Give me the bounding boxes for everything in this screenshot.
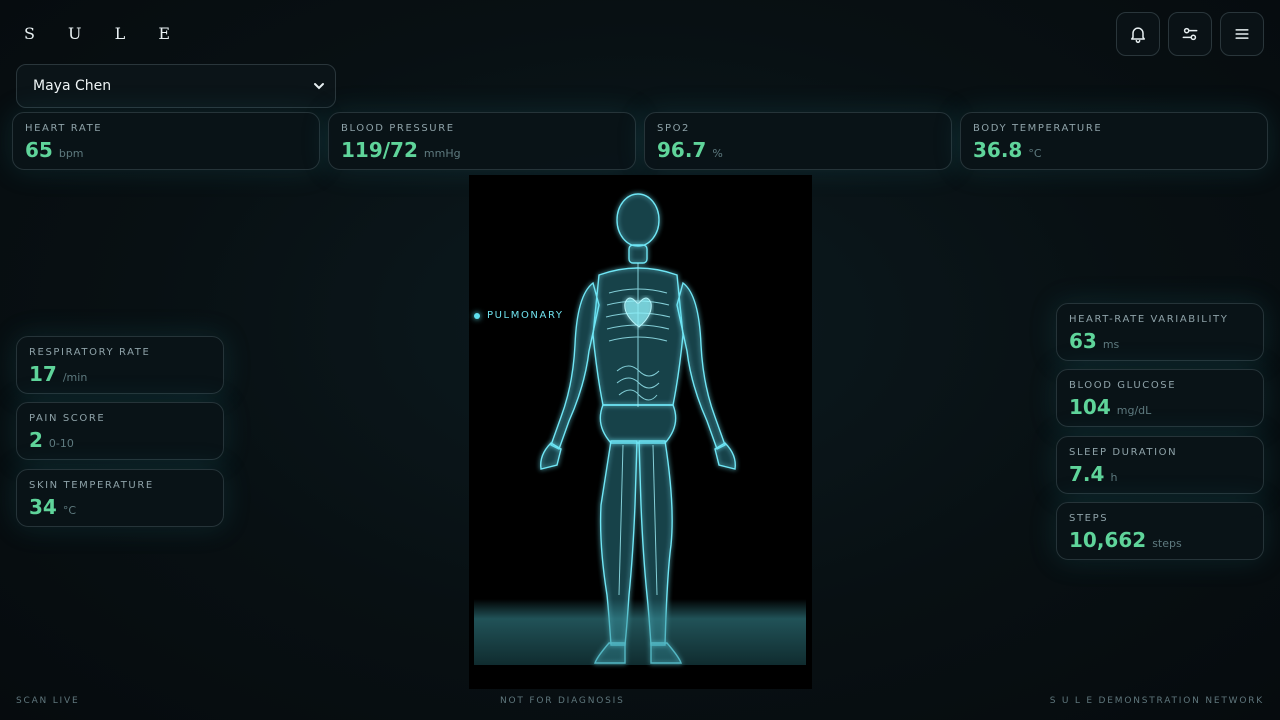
vital-unit: °C xyxy=(62,504,77,517)
vital-card-heart-rate: HEART RATE 65 bpm xyxy=(12,112,320,170)
vital-label: BODY TEMPERATURE xyxy=(973,123,1103,134)
vital-value: 7.4 xyxy=(1069,462,1105,486)
vital-value: 96.7 xyxy=(657,138,707,162)
filters-button[interactable] xyxy=(1168,12,1212,56)
vital-unit: steps xyxy=(1152,537,1182,550)
vital-unit: bpm xyxy=(58,147,84,160)
top-actions xyxy=(1116,12,1264,56)
vital-label: STEPS xyxy=(1069,513,1109,524)
vital-label: PAIN SCORE xyxy=(29,413,106,424)
vital-value: 36.8 xyxy=(973,138,1023,162)
vital-value: 119/72 xyxy=(341,138,418,162)
vital-unit: h xyxy=(1110,471,1118,484)
scan-platform xyxy=(474,599,806,665)
vital-label: SLEEP DURATION xyxy=(1069,447,1178,458)
menu-icon xyxy=(1235,29,1249,39)
chevron-down-icon xyxy=(314,83,324,90)
vital-card-pain-score: PAIN SCORE 2 0-10 xyxy=(16,402,224,460)
footer-network: S U L E DEMONSTRATION NETWORK xyxy=(1049,696,1264,706)
vital-card-body-temperature: BODY TEMPERATURE 36.8 °C xyxy=(960,112,1268,170)
organ-tag-label: PULMONARY xyxy=(487,310,564,321)
vital-label: BLOOD GLUCOSE xyxy=(1069,380,1177,391)
patient-select[interactable]: Maya Chen xyxy=(16,64,336,108)
vital-card-blood-pressure: BLOOD PRESSURE 119/72 mmHg xyxy=(328,112,636,170)
vital-unit: ms xyxy=(1102,338,1120,351)
menu-button[interactable] xyxy=(1220,12,1264,56)
footer-status: SCAN LIVE xyxy=(16,696,80,706)
body-scan-viewer[interactable] xyxy=(469,175,812,689)
vital-card-hrv: HEART-RATE VARIABILITY 63 ms xyxy=(1056,303,1264,361)
vital-unit: /min xyxy=(62,371,88,384)
vital-unit: mmHg xyxy=(423,147,461,160)
vital-card-sleep-duration: SLEEP DURATION 7.4 h xyxy=(1056,436,1264,494)
vital-value: 10,662 xyxy=(1069,528,1147,552)
organ-tag-dot xyxy=(474,312,480,319)
vital-value: 65 xyxy=(25,138,53,162)
vital-label: SKIN TEMPERATURE xyxy=(29,480,154,491)
vital-value: 34 xyxy=(29,495,57,519)
vital-label: SPO2 xyxy=(657,123,691,134)
vital-card-blood-glucose: BLOOD GLUCOSE 104 mg/dL xyxy=(1056,369,1264,427)
vital-label: BLOOD PRESSURE xyxy=(341,123,455,134)
vital-value: 104 xyxy=(1069,395,1111,419)
organ-tag-pulmonary[interactable]: PULMONARY xyxy=(474,310,564,321)
notifications-button[interactable] xyxy=(1116,12,1160,56)
vital-unit: °C xyxy=(1028,147,1042,160)
patient-select-value: Maya Chen xyxy=(33,78,112,94)
bell-icon xyxy=(1131,27,1145,44)
vital-card-respiratory-rate: RESPIRATORY RATE 17/min xyxy=(16,336,224,394)
vital-unit: 0-10 xyxy=(48,437,74,450)
vital-card-spo2: SPO2 96.7% xyxy=(644,112,952,170)
vital-value: 17 xyxy=(29,362,57,386)
vital-value: 2 xyxy=(29,428,43,452)
vital-label: HEART-RATE VARIABILITY xyxy=(1069,314,1229,325)
vital-unit: mg/dL xyxy=(1116,404,1152,417)
brand-logo: S U L E xyxy=(24,24,185,43)
vital-label: HEART RATE xyxy=(25,123,103,134)
footer-disclaimer: NOT FOR DIAGNOSIS xyxy=(500,696,625,706)
vital-card-skin-temperature: SKIN TEMPERATURE 34 °C xyxy=(16,469,224,527)
vital-unit: % xyxy=(712,147,723,160)
vital-value: 63 xyxy=(1069,329,1097,353)
vital-card-steps: STEPS 10,662 steps xyxy=(1056,502,1264,560)
vital-label: RESPIRATORY RATE xyxy=(29,347,151,358)
sliders-icon xyxy=(1182,27,1198,41)
